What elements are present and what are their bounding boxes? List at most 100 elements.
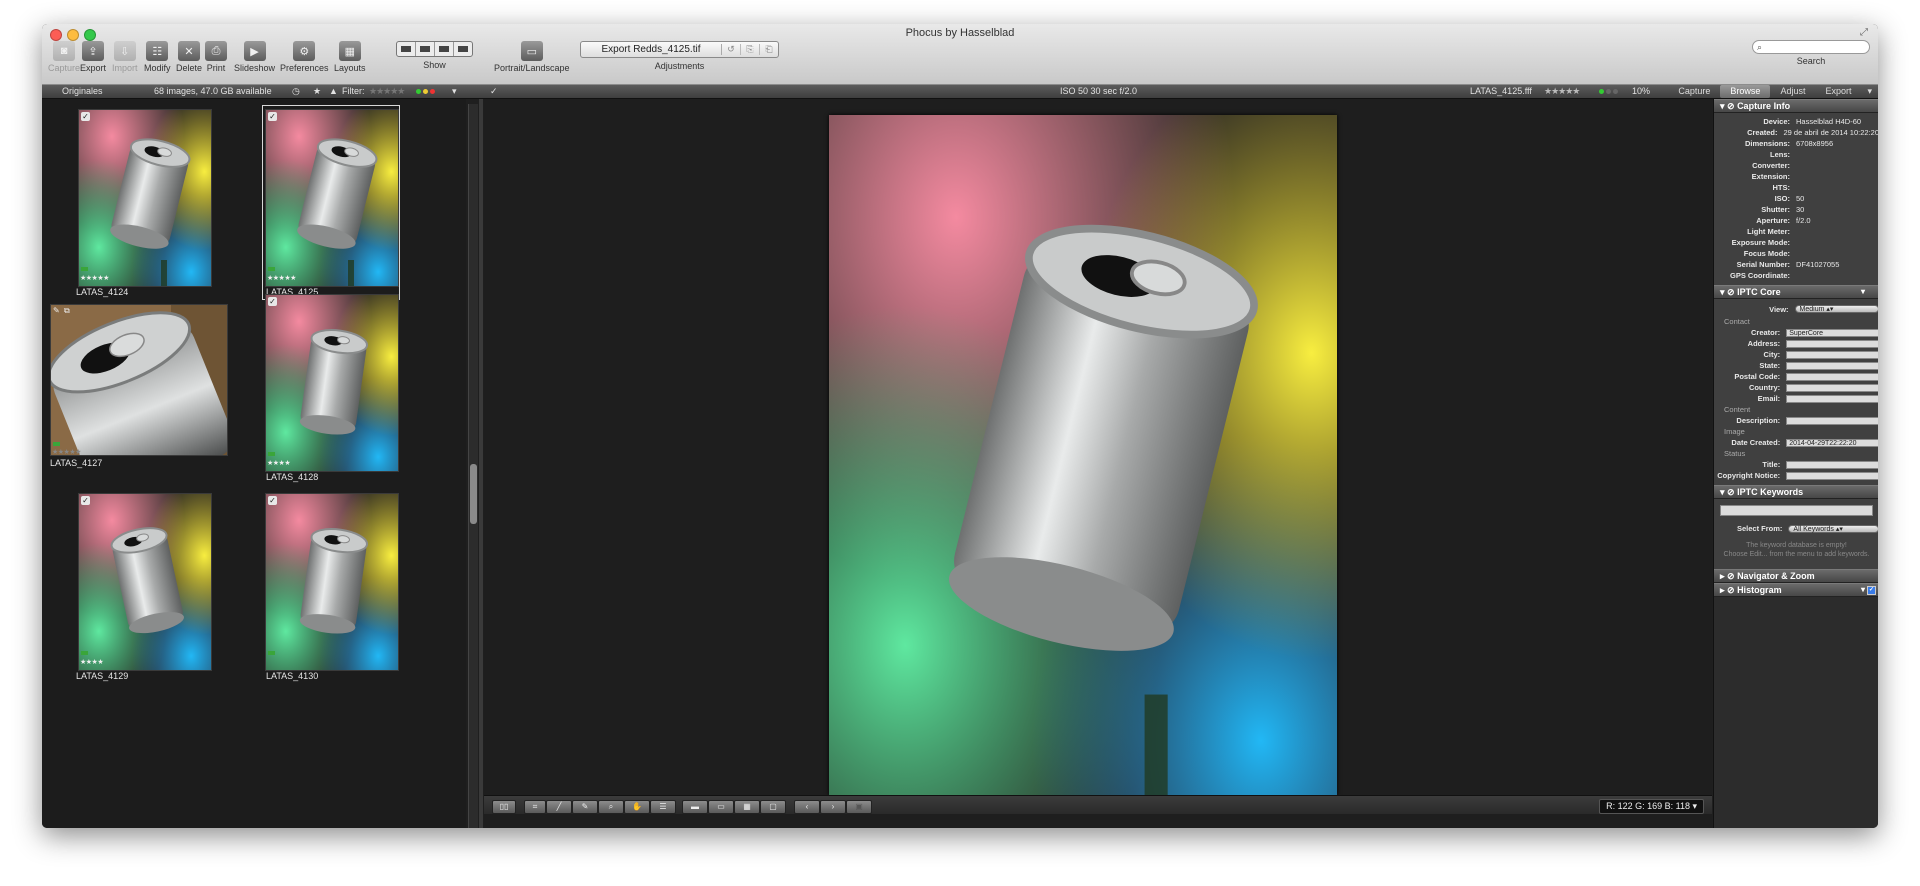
postal-code-field[interactable] [1786, 372, 1878, 381]
address-field[interactable] [1786, 339, 1878, 348]
sort-up-icon[interactable]: ▲ [329, 86, 338, 96]
select-checkbox[interactable]: ✓ [81, 496, 90, 505]
view-select[interactable]: Medium ▴▾ [1794, 305, 1878, 313]
tabs-menu-icon[interactable]: ▾ [1861, 85, 1878, 98]
thumbnail-image[interactable] [265, 109, 399, 287]
import-button[interactable]: ⇩ Import [112, 41, 138, 73]
loupe-icon[interactable]: ▣ [846, 800, 872, 814]
scrollbar-thumb[interactable] [470, 464, 477, 524]
star-rating[interactable]: ★★★★★ [52, 448, 81, 456]
info-value: 29 de abril de 2014 10:22:20 [1783, 128, 1879, 137]
undo-icon[interactable]: ↺ [722, 44, 741, 55]
tab-capture[interactable]: Capture [1668, 85, 1720, 98]
export-filename[interactable]: Export Redds_4125.tif [581, 44, 722, 55]
capture-info-row: Serial Number: DF41027055 [1714, 259, 1878, 270]
current-color-labels[interactable] [1597, 86, 1618, 96]
preferences-button[interactable]: ⚙ Preferences [280, 41, 329, 73]
search-box: ⌕ [1752, 40, 1870, 54]
section-menu-icon[interactable]: ▾ [1861, 286, 1865, 298]
print-button[interactable]: ⎙ Print [205, 41, 227, 73]
current-rating[interactable]: ★★★★★ [1544, 86, 1580, 97]
email-field[interactable] [1786, 394, 1878, 403]
copy-icon[interactable]: ⎘ [741, 44, 760, 55]
capture-info-header[interactable]: ▾ ⊘ Capture Info [1714, 99, 1878, 113]
browser-scrollbar[interactable] [468, 104, 478, 828]
compare-icon[interactable]: ▯▯ [492, 800, 516, 814]
thumbnail-image[interactable] [78, 493, 212, 671]
paste-icon[interactable]: ⎗ [760, 44, 778, 55]
grid-icon[interactable]: ▦ [734, 800, 760, 814]
layouts-button[interactable]: ▦ Layouts [334, 41, 366, 73]
navigator-zoom-header[interactable]: ▸ ⊘ Navigator & Zoom [1714, 569, 1878, 583]
thumbnail-image[interactable] [50, 304, 228, 456]
histogram-checkbox[interactable]: ✓ [1867, 586, 1876, 595]
hand-tool-icon[interactable]: ✋ [624, 800, 650, 814]
clock-icon[interactable]: ◷ [292, 86, 300, 97]
fullscreen-icon[interactable]: ⤢ [1860, 28, 1870, 38]
panel-splitter[interactable] [479, 99, 483, 828]
capture-info-row: Lens: [1714, 149, 1878, 160]
portrait-landscape-button[interactable]: ▭ Portrait/Landscape [494, 41, 570, 73]
next-icon[interactable]: › [820, 800, 846, 814]
search-input[interactable] [1765, 41, 1866, 53]
select-checkbox[interactable]: ✓ [268, 297, 277, 306]
tab-browse[interactable]: Browse [1720, 85, 1771, 98]
export-button[interactable]: ⇪ Export [80, 41, 106, 73]
filter-stars[interactable]: ★★★★★ [369, 86, 405, 97]
previous-icon[interactable]: ‹ [794, 800, 820, 814]
iptc-core-header[interactable]: ▾ ⊘ IPTC Core ▾ [1714, 285, 1878, 299]
thumbnail-image[interactable] [78, 109, 212, 287]
city-field[interactable] [1786, 350, 1878, 359]
tab-adjust[interactable]: Adjust [1770, 85, 1815, 98]
title-toolbar: Phocus by Hasselblad ⤢ ◙ Capture ⇪ Expor… [42, 24, 1878, 85]
mode-tabs: Capture Browse Adjust Export ▾ [1668, 85, 1878, 98]
thumbnail-image[interactable] [265, 294, 399, 472]
iptc-keywords-header[interactable]: ▾ ⊘ IPTC Keywords [1714, 485, 1878, 499]
can-photo [266, 295, 398, 471]
country-field[interactable] [1786, 383, 1878, 392]
delete-button[interactable]: ✕ Delete [176, 41, 202, 73]
view-mode-2-icon[interactable]: ▭ [708, 800, 734, 814]
thumbnail-image[interactable] [265, 493, 399, 671]
star-rating[interactable]: ★★★★ [80, 658, 104, 666]
select-checkbox[interactable]: ✓ [268, 496, 277, 505]
state-field[interactable] [1786, 361, 1878, 370]
check-icon[interactable]: ✓ [490, 86, 498, 97]
color-label-filter[interactable] [414, 86, 435, 96]
copyright-field[interactable] [1786, 471, 1878, 480]
description-field[interactable] [1786, 416, 1878, 425]
main-image[interactable] [829, 115, 1337, 795]
rgb-readout[interactable]: R: 122 G: 169 B: 118 ▾ [1599, 799, 1704, 814]
star-rating[interactable]: ★★★★★ [267, 274, 296, 282]
thumbnail-caption: LATAS_4124 [76, 287, 129, 297]
date-created-field[interactable]: 2014-04-29T22:22:20 [1786, 438, 1878, 447]
histogram-header[interactable]: ▸ ⊘ Histogram ▾ ✓ [1714, 583, 1878, 597]
tab-export[interactable]: Export [1815, 85, 1861, 98]
star-rating[interactable]: ★★★★★ [80, 274, 109, 282]
keyword-input[interactable] [1720, 505, 1873, 516]
title-field[interactable] [1786, 460, 1878, 469]
show-buttons[interactable] [396, 41, 473, 57]
show-viewer-icon[interactable] [416, 42, 435, 56]
show-full-icon[interactable] [454, 42, 472, 56]
capture-button[interactable]: ◙ Capture [48, 41, 80, 73]
filter-dropdown-icon[interactable]: ▾ [452, 86, 457, 97]
select-checkbox[interactable]: ✓ [268, 112, 277, 121]
straighten-tool-icon[interactable]: ╱ [546, 800, 572, 814]
select-checkbox[interactable]: ✓ [81, 112, 90, 121]
modify-button[interactable]: ☷ Modify [144, 41, 171, 73]
eyedropper-icon[interactable]: ✎ [572, 800, 598, 814]
view-mode-1-icon[interactable]: ▬ [682, 800, 708, 814]
section-menu-icon[interactable]: ▾ [1861, 584, 1865, 596]
levels-tool-icon[interactable]: ☰ [650, 800, 676, 814]
show-browser-icon[interactable] [397, 42, 416, 56]
keyword-source-select[interactable]: All Keywords ▴▾ [1788, 524, 1878, 533]
zoom-tool-icon[interactable]: ⌕ [598, 800, 624, 814]
creator-field[interactable]: SuperCore [1786, 328, 1878, 337]
slideshow-button[interactable]: ▶ Slideshow [234, 41, 275, 73]
crop-tool-icon[interactable]: ⌗ [524, 800, 546, 814]
star-filter-icon[interactable]: ★ [313, 86, 321, 97]
star-rating[interactable]: ★★★★ [267, 459, 291, 467]
show-split-icon[interactable] [435, 42, 454, 56]
frame-icon[interactable]: ▢ [760, 800, 786, 814]
